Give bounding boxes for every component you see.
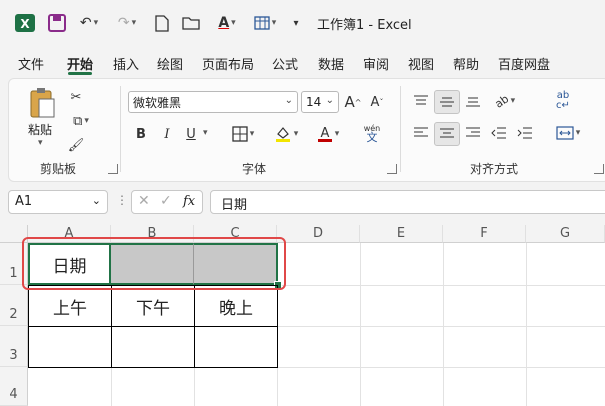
cancel-icon[interactable]: ✕	[138, 193, 150, 209]
tab-help[interactable]: 帮助	[453, 54, 479, 73]
row-header-4[interactable]: 4	[0, 367, 28, 406]
ribbon-separator	[400, 86, 401, 172]
redo-icon[interactable]: ↷ ▾	[114, 12, 140, 34]
grow-font-glyph: A	[344, 93, 355, 111]
excel-logo-icon: X	[14, 12, 36, 34]
cell-b2[interactable]: 下午	[111, 285, 195, 327]
align-bottom-button[interactable]	[462, 90, 484, 112]
tab-insert[interactable]: 插入	[113, 54, 139, 73]
name-box[interactable]: A1 ⌄	[8, 190, 108, 214]
cell-a2[interactable]: 上午	[28, 285, 112, 327]
ribbon-separator	[120, 86, 121, 172]
font-name-value: 微软雅黑	[133, 95, 182, 110]
enter-icon[interactable]: ✓	[160, 193, 172, 209]
paste-button[interactable]	[26, 86, 58, 120]
active-tab-indicator	[68, 72, 92, 75]
window-title: 工作簿1 - Excel	[317, 18, 412, 33]
clipboard-group-label: 剪贴板	[40, 162, 77, 176]
cell-c2[interactable]: 晚上	[194, 285, 278, 327]
formula-controls: ✕ ✓ fx	[131, 190, 203, 214]
svg-text:A: A	[320, 126, 329, 141]
font-group-label: 字体	[242, 162, 267, 176]
gridline	[360, 243, 361, 406]
merge-center-button[interactable]: ▾	[550, 122, 586, 144]
row-header-2[interactable]: 2	[0, 285, 28, 326]
table-icon[interactable]: ▾	[248, 12, 282, 34]
wrap-text-button[interactable]: ab c↵	[552, 90, 574, 112]
cell-a3[interactable]	[28, 326, 112, 368]
more-options-icon[interactable]: ⋮	[116, 193, 128, 207]
clipboard-launcher-icon[interactable]	[108, 164, 118, 174]
customize-qat-icon[interactable]: ▾	[288, 12, 304, 34]
tab-file[interactable]: 文件	[18, 54, 44, 73]
increase-indent-button[interactable]	[514, 122, 536, 144]
gridline	[526, 243, 527, 406]
formula-input[interactable]: 日期	[210, 190, 605, 214]
highlight-annotation-box	[22, 237, 286, 290]
align-top-button[interactable]	[410, 90, 432, 112]
italic-button[interactable]: I	[158, 123, 176, 145]
underline-dropdown-icon[interactable]: ▾	[203, 128, 208, 138]
copy-icon[interactable]: ⧉ ▾	[66, 110, 96, 132]
decrease-indent-button[interactable]	[488, 122, 510, 144]
fill-color-button[interactable]: ▾	[268, 123, 304, 145]
title-bar: X ↶ ▾ ↷ ▾ A ▾ ▾ ▾ 工作簿1 - Excel	[0, 0, 605, 46]
cell-c3[interactable]	[194, 326, 278, 368]
chevron-down-icon: ⌄	[325, 95, 334, 106]
format-painter-icon[interactable]: 🖌	[66, 134, 86, 156]
tab-data[interactable]: 数据	[318, 54, 344, 73]
tab-baidu-netdisk[interactable]: 百度网盘	[498, 54, 550, 73]
align-right-button[interactable]	[462, 122, 484, 144]
paste-dropdown-icon[interactable]: ▾	[38, 138, 43, 148]
column-header-e[interactable]: E	[360, 225, 443, 243]
shrink-font-glyph: A	[370, 94, 380, 110]
row-header-3[interactable]: 3	[0, 326, 28, 367]
phonetic-guide-button[interactable]: wén 文	[354, 122, 390, 144]
font-launcher-icon[interactable]	[387, 164, 397, 174]
align-middle-button[interactable]	[434, 90, 460, 114]
column-header-g[interactable]: G	[526, 225, 605, 243]
font-color-qat-icon[interactable]: A ▾	[210, 12, 244, 34]
svg-text:X: X	[20, 17, 30, 31]
column-header-f[interactable]: F	[443, 225, 526, 243]
tab-page-layout[interactable]: 页面布局	[202, 54, 254, 73]
paste-label[interactable]: 粘贴	[28, 121, 52, 138]
alignment-group-label: 对齐方式	[470, 162, 519, 176]
gridline	[443, 243, 444, 406]
bold-button[interactable]: B	[132, 123, 150, 145]
name-box-value: A1	[15, 194, 33, 209]
chevron-down-icon[interactable]: ⌄	[92, 194, 101, 207]
font-color-button[interactable]: A ▾	[310, 123, 346, 145]
open-folder-icon[interactable]	[180, 12, 202, 34]
font-name-combo[interactable]: 微软雅黑 ⌄	[128, 91, 298, 113]
column-header-d[interactable]: D	[277, 225, 360, 243]
chevron-down-icon: ⌄	[284, 95, 293, 106]
font-size-value: 14	[306, 95, 322, 109]
tab-home[interactable]: 开始	[67, 54, 93, 73]
decrease-font-size-button[interactable]: Aˇ	[368, 91, 386, 113]
undo-icon[interactable]: ↶ ▾	[76, 12, 102, 34]
alignment-launcher-icon[interactable]	[594, 164, 604, 174]
insert-function-icon[interactable]: fx	[183, 194, 195, 209]
font-size-combo[interactable]: 14 ⌄	[301, 91, 339, 113]
align-left-button[interactable]	[410, 122, 432, 144]
new-file-icon[interactable]	[152, 12, 172, 34]
tab-review[interactable]: 审阅	[363, 54, 389, 73]
increase-font-size-button[interactable]: A ^	[344, 91, 362, 113]
orientation-button[interactable]: ab ▾	[488, 90, 522, 112]
tab-formulas[interactable]: 公式	[272, 54, 298, 73]
borders-button[interactable]: ▾	[225, 123, 261, 145]
tab-draw[interactable]: 绘图	[157, 54, 183, 73]
tab-view[interactable]: 视图	[408, 54, 434, 73]
underline-button[interactable]: U	[182, 123, 200, 145]
align-center-button[interactable]	[434, 122, 460, 146]
save-icon[interactable]	[46, 12, 68, 34]
cell-b3[interactable]	[111, 326, 195, 368]
cut-icon[interactable]: ✂	[66, 86, 86, 108]
